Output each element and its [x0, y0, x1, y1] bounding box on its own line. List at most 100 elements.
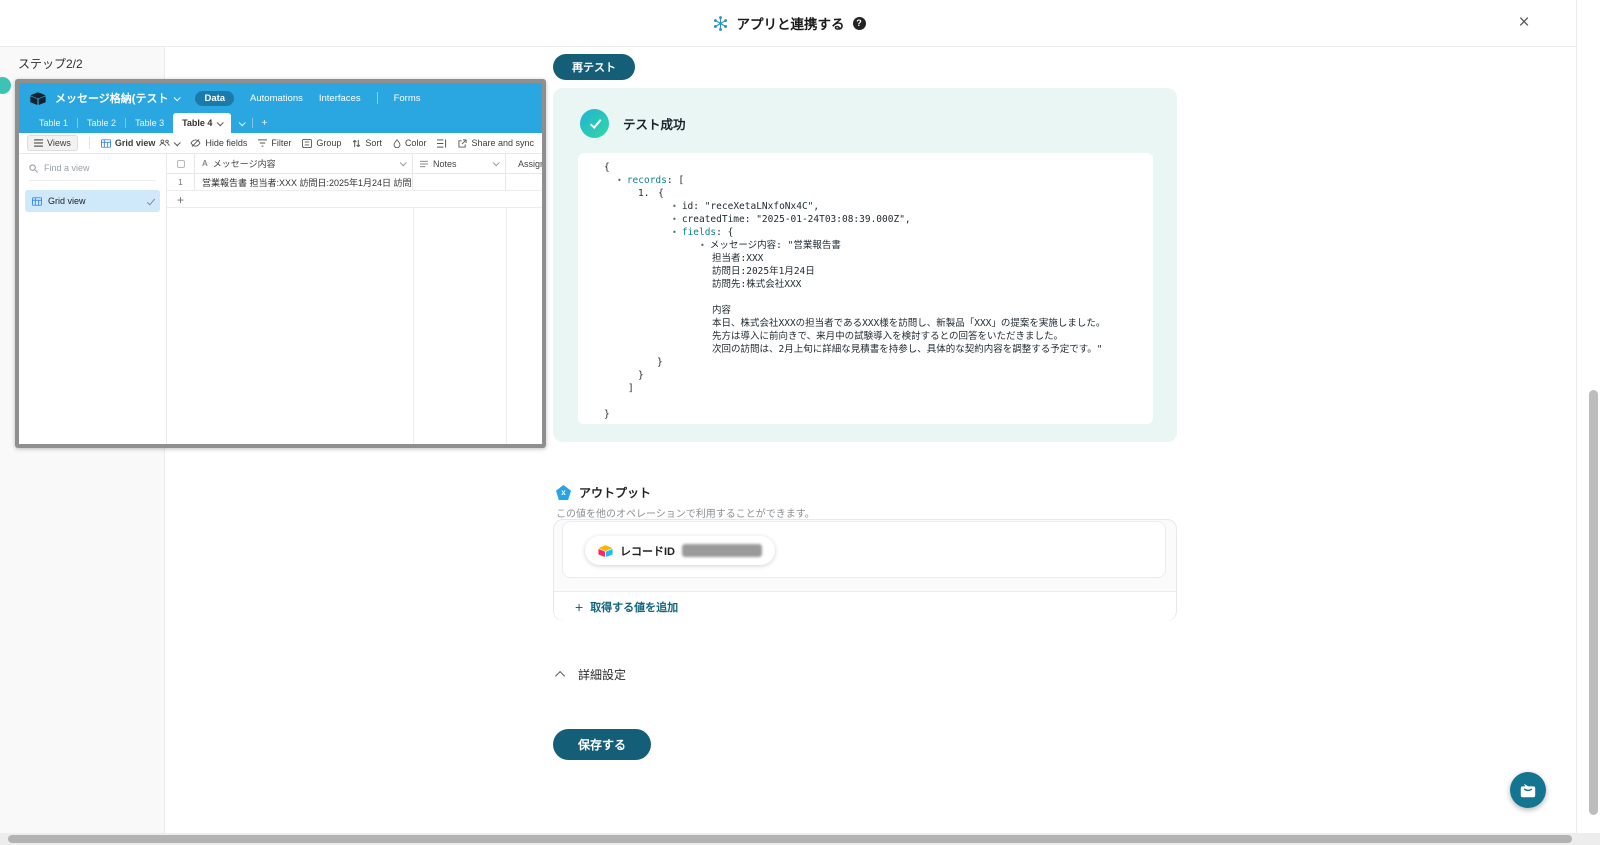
- json-line: • createdTime: "2025-01-24T03:08:39.000Z"…: [672, 214, 911, 225]
- group-icon: [302, 138, 313, 148]
- help-icon[interactable]: ?: [852, 16, 866, 30]
- view-item-label: Grid view: [48, 196, 86, 206]
- json-line: • records: [: [617, 175, 685, 186]
- share-sync-label: Share and sync: [471, 138, 534, 148]
- horizontal-scrollbar-track: [0, 833, 1600, 845]
- checkbox-icon: [176, 159, 185, 168]
- test-success-header: テスト成功: [580, 109, 686, 138]
- json-line: 担当者:XXX: [712, 253, 764, 264]
- toolbar-divider: [88, 137, 90, 149]
- json-line: • fields: {: [672, 227, 734, 238]
- tab-table1[interactable]: Table 1: [30, 113, 77, 133]
- column-notes[interactable]: Notes: [413, 154, 506, 173]
- chevron-down-icon[interactable]: [174, 93, 182, 101]
- save-button[interactable]: 保存する: [553, 729, 652, 760]
- sort-button[interactable]: Sort: [352, 138, 382, 148]
- tables-expand-button[interactable]: [231, 113, 252, 133]
- nav-data[interactable]: Data: [195, 90, 235, 106]
- advanced-settings-label: 詳細設定: [578, 668, 627, 682]
- json-line: 本日、株式会社XXXの担当者であるXXX様を訪問し、新製品「XXX」の提案を実施…: [712, 318, 1106, 329]
- column-assignee[interactable]: Assignee: [506, 154, 542, 173]
- sort-label: Sort: [365, 138, 382, 148]
- tab-table2[interactable]: Table 2: [78, 113, 125, 133]
- output-box: レコードID + 取得する値を追加: [553, 519, 1177, 621]
- grid-view-label: Grid view: [114, 138, 156, 148]
- nav-interfaces[interactable]: Interfaces: [319, 93, 361, 104]
- airtable-screenshot: メッセージ格納(テスト Data Automations Interfaces …: [15, 79, 546, 448]
- add-row[interactable]: [167, 191, 542, 208]
- test-success-label: テスト成功: [623, 118, 686, 132]
- column-message[interactable]: A メッセージ内容: [195, 154, 413, 173]
- find-view-search[interactable]: Find a view: [29, 163, 156, 181]
- grid-view-selector[interactable]: Grid view: [100, 138, 182, 148]
- modal-header: アプリと連携する ? ×: [0, 0, 1577, 47]
- nav-divider: [376, 92, 378, 104]
- output-badge-icon: x: [556, 485, 571, 500]
- row-message-cell[interactable]: 営業報告書 担当者:XXX 訪問日:2025年1月24日 訪問先...: [202, 176, 412, 189]
- json-viewer: {• records: [1. {• id: "receXetaLNxfoNx4C"…: [578, 153, 1153, 424]
- color-button[interactable]: Color: [393, 138, 426, 148]
- row-height-icon: [437, 138, 447, 148]
- json-line: 先方は導入に前向きで、来月中の試験導入を検討するとの回答をいただきました。: [712, 331, 1064, 342]
- column-gridline: [506, 208, 507, 444]
- share-sync-button[interactable]: Share and sync: [458, 138, 534, 148]
- hide-fields-button[interactable]: Hide fields: [190, 138, 247, 148]
- chevron-up-icon: [555, 670, 566, 681]
- grid-table: A メッセージ内容 Notes Assig 1 営業報告書 担当者:XXX 訪問…: [167, 154, 542, 444]
- retest-button[interactable]: 再テスト: [553, 54, 635, 80]
- row-height-button[interactable]: [437, 138, 447, 148]
- funnel-icon: [258, 139, 268, 147]
- row-notes-cell[interactable]: [413, 174, 506, 190]
- output-description: この値を他のオペレーションで利用することができます。: [556, 509, 815, 520]
- step-indicator: ステップ2/2: [18, 57, 83, 71]
- json-line: • メッセージ内容: "営業報告書: [700, 240, 841, 251]
- select-all-cell[interactable]: [167, 154, 195, 173]
- airtable-topbar: メッセージ格納(テスト Data Automations Interfaces …: [19, 83, 542, 113]
- add-record-icon[interactable]: +: [177, 193, 184, 207]
- eye-slash-icon: [190, 139, 201, 147]
- advanced-settings-toggle[interactable]: 詳細設定: [555, 666, 627, 683]
- column-message-label: メッセージ内容: [212, 159, 276, 169]
- tab-table4-label: Table 4: [182, 118, 213, 128]
- content-right-edge: [1576, 0, 1577, 833]
- json-line: 訪問先:株式会社XXX: [712, 279, 802, 290]
- tab-table4-active[interactable]: Table 4: [173, 113, 232, 133]
- add-output-value-button[interactable]: + 取得する値を追加: [554, 591, 1176, 621]
- json-line: 内容: [712, 305, 732, 316]
- close-icon[interactable]: ×: [1514, 12, 1534, 33]
- chat-widget-button[interactable]: [1510, 772, 1546, 808]
- output-title: アウトプット: [579, 486, 652, 500]
- hide-fields-label: Hide fields: [205, 138, 248, 148]
- add-table-button[interactable]: +: [253, 113, 275, 133]
- text-field-icon: A: [202, 159, 208, 168]
- integration-icon: [713, 15, 727, 31]
- vertical-scrollbar[interactable]: [1589, 390, 1598, 815]
- base-name[interactable]: メッセージ格納(テスト: [55, 90, 168, 106]
- json-line: }: [638, 370, 644, 381]
- filter-button[interactable]: Filter: [258, 138, 291, 148]
- json-line: [578, 291, 1153, 304]
- page-title: アプリと連携する: [736, 17, 845, 32]
- views-panel: Find a view Grid view: [19, 154, 167, 444]
- group-label: Group: [316, 138, 342, 148]
- table-row[interactable]: 1 営業報告書 担当者:XXX 訪問日:2025年1月24日 訪問先...: [167, 174, 542, 191]
- horizontal-scrollbar[interactable]: [8, 835, 1572, 843]
- view-item-grid-view[interactable]: Grid view: [25, 190, 160, 212]
- row-assignee-cell[interactable]: [506, 174, 542, 190]
- share-icon: [458, 138, 468, 148]
- search-icon: [29, 163, 38, 173]
- chat-bubble-icon: [1520, 783, 1536, 798]
- json-line: [578, 395, 1153, 408]
- row-number: 1: [178, 177, 183, 187]
- nav-forms[interactable]: Forms: [394, 93, 421, 104]
- record-id-chip[interactable]: レコードID: [585, 536, 775, 565]
- group-button[interactable]: Group: [302, 138, 341, 148]
- add-output-value-label: 取得する値を追加: [590, 601, 679, 614]
- integration-modal: アプリと連携する ? × ステップ2/2 メッセージ格納(テスト Data Au…: [0, 0, 1600, 845]
- nav-automations[interactable]: Automations: [250, 93, 303, 104]
- airtable-logo-icon: [598, 544, 613, 557]
- column-assignee-label: Assignee: [518, 158, 542, 169]
- views-button[interactable]: Views: [27, 135, 78, 151]
- collaborators-icon: [159, 139, 171, 147]
- tab-table3[interactable]: Table 3: [126, 113, 173, 133]
